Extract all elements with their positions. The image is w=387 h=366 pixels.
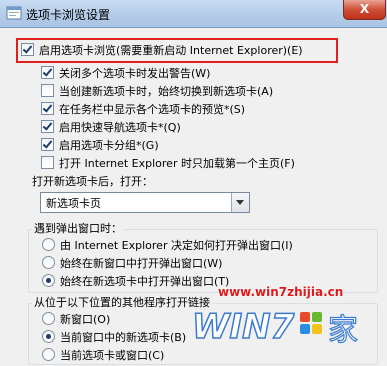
new-tab-select[interactable]: 新选项卡页 xyxy=(40,192,250,213)
enable-tabbed-browsing-label: 启用选项卡浏览(需要重新启动 Internet Explorer)(E) xyxy=(39,43,303,57)
option-label: 始终在新选项卡中打开弹出窗口(T) xyxy=(60,274,230,288)
option-label: 始终在新窗口中打开弹出窗口(W) xyxy=(60,256,223,270)
option-switch-to-new-tab[interactable]: 当创建新选项卡时，始终切换到新选项卡(A) xyxy=(41,82,273,99)
option-load-first-home-page[interactable]: 打开 Internet Explorer 时只加载第一个主页(F) xyxy=(41,154,295,171)
option-label: 关闭多个选项卡时发出警告(W) xyxy=(59,66,211,80)
popup-option-new-window[interactable]: 始终在新窗口中打开弹出窗口(W) xyxy=(42,254,222,271)
option-label: 当前选项卡或窗口(C) xyxy=(60,348,165,362)
option-label: 当前窗口中的新选项卡(B) xyxy=(60,330,187,344)
checkbox[interactable] xyxy=(41,120,54,133)
checkbox[interactable] xyxy=(41,156,54,169)
link-option-current-tab[interactable]: 当前选项卡或窗口(C) xyxy=(42,346,164,363)
svg-text:WIN7: WIN7 xyxy=(192,307,295,347)
radio[interactable] xyxy=(42,348,55,361)
popup-option-ie-decides[interactable]: 由 Internet Explorer 决定如何打开弹出窗口(I) xyxy=(42,236,293,253)
new-tab-select-value: 新选项卡页 xyxy=(46,197,101,210)
svg-text:家: 家 xyxy=(328,313,358,348)
external-links-group-label: 从位于以下位置的其他程序打开链接 xyxy=(32,294,212,310)
ie-app-icon xyxy=(6,6,22,20)
option-label: 在任务栏中显示各个选项卡的预览*(S) xyxy=(59,102,246,116)
enable-tabbed-browsing-option[interactable]: 启用选项卡浏览(需要重新启动 Internet Explorer)(E) xyxy=(21,41,303,58)
option-label: 启用选项卡分组*(G) xyxy=(59,138,159,152)
option-warn-close-multiple[interactable]: 关闭多个选项卡时发出警告(W) xyxy=(41,64,210,81)
checkbox[interactable] xyxy=(41,84,54,97)
chevron-down-icon[interactable] xyxy=(231,193,249,212)
option-taskbar-previews[interactable]: 在任务栏中显示各个选项卡的预览*(S) xyxy=(41,100,245,117)
link-option-new-tab[interactable]: 当前窗口中的新选项卡(B) xyxy=(42,328,186,345)
window-title: 选项卡浏览设置 xyxy=(26,8,111,22)
radio[interactable] xyxy=(42,330,55,343)
radio[interactable] xyxy=(42,238,55,251)
radio[interactable] xyxy=(42,274,55,287)
popups-group-label: 遇到弹出窗口时： xyxy=(32,220,124,236)
option-label: 当创建新选项卡时，始终切换到新选项卡(A) xyxy=(59,84,274,98)
checkbox[interactable] xyxy=(41,66,54,79)
option-label: 启用快速导航选项卡*(Q) xyxy=(59,120,181,134)
checkbox[interactable] xyxy=(41,102,54,115)
link-option-new-window[interactable]: 新窗口(O) xyxy=(42,310,110,327)
option-label: 新窗口(O) xyxy=(60,312,111,326)
close-icon: X xyxy=(359,2,370,16)
enable-tabbed-browsing-checkbox[interactable] xyxy=(21,43,34,56)
option-label: 由 Internet Explorer 决定如何打开弹出窗口(I) xyxy=(60,238,293,252)
radio[interactable] xyxy=(42,256,55,269)
close-button[interactable]: X xyxy=(343,0,386,20)
title-bar: 选项卡浏览设置 X xyxy=(0,0,387,28)
radio[interactable] xyxy=(42,312,55,325)
checkbox[interactable] xyxy=(41,138,54,151)
option-tab-groups[interactable]: 启用选项卡分组*(G) xyxy=(41,136,159,153)
option-label: 打开 Internet Explorer 时只加载第一个主页(F) xyxy=(59,156,295,170)
watermark-url: www.win7zhijia.cn xyxy=(218,285,344,299)
popup-option-new-tab[interactable]: 始终在新选项卡中打开弹出窗口(T) xyxy=(42,272,229,289)
win7-logo: WIN7 家 xyxy=(191,306,358,348)
new-tab-label: 打开新选项卡后，打开： xyxy=(32,174,153,188)
option-quick-tabs[interactable]: 启用快速导航选项卡*(Q) xyxy=(41,118,181,135)
